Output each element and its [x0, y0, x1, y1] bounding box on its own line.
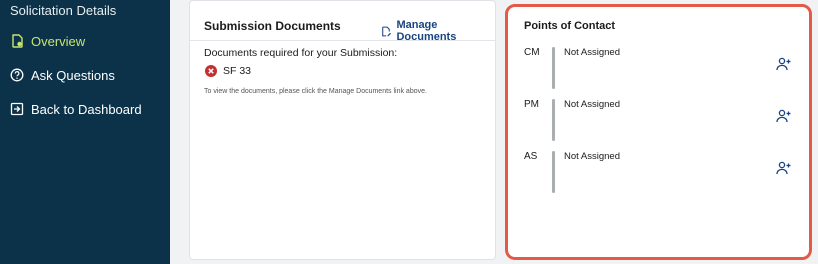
sidebar-item-label: Overview [31, 33, 86, 49]
add-contact-button[interactable] [776, 161, 792, 175]
exit-icon [10, 102, 24, 116]
manage-documents-link[interactable]: Manage Documents [381, 19, 495, 43]
add-person-icon [776, 161, 791, 175]
sidebar-title: Solicitation Details [10, 3, 117, 18]
sidebar-item-label: Back to Dashboard [31, 101, 142, 117]
contact-role: PM [524, 99, 539, 110]
sidebar-item-back-to-dashboard[interactable]: Back to Dashboard [10, 99, 142, 119]
document-icon [10, 34, 24, 48]
contact-row-as: AS Not Assigned [524, 151, 794, 197]
points-of-contact-card: Points of Contact CM Not Assigned PM Not… [505, 4, 812, 260]
contact-role: AS [524, 151, 538, 162]
card-header: Submission Documents Manage Documents [190, 1, 495, 43]
contact-role: CM [524, 47, 540, 58]
submission-documents-card: Submission Documents Manage Documents Do… [189, 0, 496, 260]
add-person-icon [776, 109, 791, 123]
card-title: Submission Documents [204, 19, 341, 33]
contact-row-cm: CM Not Assigned [524, 47, 794, 93]
sidebar-item-overview[interactable]: Overview [10, 31, 85, 51]
contact-name: Not Assigned [564, 47, 620, 58]
add-contact-button[interactable] [776, 57, 792, 71]
document-item: SF 33 [205, 65, 251, 77]
document-item-label: SF 33 [223, 65, 252, 77]
add-contact-button[interactable] [776, 109, 792, 123]
manage-documents-label: Manage Documents [396, 19, 457, 43]
documents-note: To view the documents, please click the … [204, 88, 427, 95]
divider [552, 47, 555, 89]
edit-document-icon [382, 26, 392, 36]
contact-name: Not Assigned [564, 99, 620, 110]
sidebar-item-ask-questions[interactable]: Ask Questions [10, 65, 115, 85]
divider [552, 151, 555, 193]
add-person-icon [776, 57, 791, 71]
documents-required-text: Documents required for your Submission: [204, 47, 398, 59]
contact-row-pm: PM Not Assigned [524, 99, 794, 145]
sidebar: Solicitation Details Overview Ask Questi… [0, 0, 170, 264]
error-circle-icon [205, 65, 217, 77]
question-icon [10, 68, 24, 82]
divider [552, 99, 555, 141]
contact-name: Not Assigned [564, 151, 620, 162]
card-title: Points of Contact [524, 20, 616, 32]
sidebar-item-label: Ask Questions [31, 67, 115, 83]
